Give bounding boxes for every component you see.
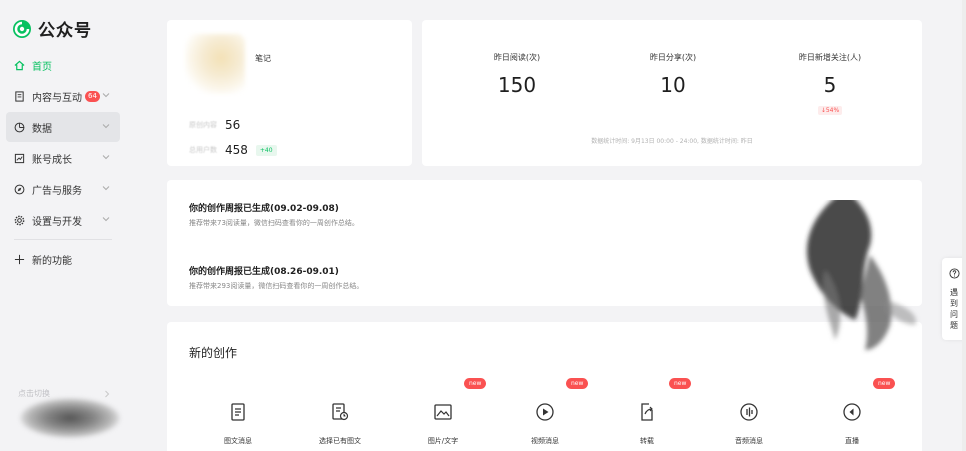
page-scrollbar[interactable]	[962, 0, 966, 451]
sidebar-item-label: 广告与服务	[32, 185, 82, 197]
home-icon	[14, 60, 25, 70]
stat-shares[interactable]: 昨日分享(次) 10	[613, 52, 733, 97]
profile-stat-label: 原创内容	[189, 121, 217, 129]
compass-icon	[14, 184, 25, 194]
chevron-down-icon	[102, 217, 110, 222]
chevron-down-icon	[102, 155, 110, 160]
stat-delta-badge: ↓54%	[817, 106, 843, 115]
stat-label: 昨日分享(次)	[649, 53, 697, 62]
chevron-down-icon	[102, 124, 110, 129]
sidebar-item-label: 设置与开发	[32, 216, 82, 228]
report-title: 你的创作周报已生成(08.26-09.01)	[189, 267, 339, 277]
account-avatar[interactable]	[20, 398, 120, 438]
profile-stat-row: 总用户数 458 +40	[189, 143, 277, 157]
chevron-right-icon[interactable]	[103, 390, 111, 398]
profile-stat-row: 原创内容 56	[189, 118, 240, 132]
create-repost-button[interactable]: 转载	[617, 402, 677, 446]
sidebar-item-ads[interactable]: 广告与服务	[6, 174, 120, 204]
sidebar-item-growth[interactable]: 账号成长	[6, 143, 120, 173]
account-avatar[interactable]	[185, 34, 245, 94]
profile-stat-value[interactable]: 458	[225, 143, 248, 157]
create-video-button[interactable]: 视频消息	[515, 402, 575, 446]
chevron-down-icon	[102, 186, 110, 191]
audio-icon	[740, 403, 758, 421]
create-tool-label: 直播	[845, 437, 859, 445]
create-tool-label: 图文消息	[224, 437, 252, 445]
stat-value: 5	[823, 73, 837, 97]
new-badge: new	[566, 378, 589, 389]
profile-stat-value[interactable]: 56	[225, 118, 240, 132]
yesterday-stats-card: 昨日阅读(次) 150 昨日分享(次) 10 昨日新增关注(人) 5 ↓54% …	[422, 20, 922, 166]
sidebar-item-label: 首页	[32, 61, 52, 73]
stat-label: 昨日阅读(次)	[493, 53, 541, 62]
account-name[interactable]: 笔记	[255, 53, 271, 64]
weekly-report-item[interactable]: 你的创作周报已生成(08.26-09.01) 推荐带来293阅读量，微信扫码查看…	[189, 264, 363, 291]
sidebar-item-data[interactable]: 数据	[6, 112, 120, 142]
report-subtitle: 推荐带来73阅读量，微信扫码查看你的一周创作总结。	[189, 219, 359, 227]
create-tool-label: 选择已有图文	[319, 437, 361, 445]
report-title: 你的创作周报已生成(09.02-09.08)	[189, 204, 339, 214]
app-logo[interactable]: 公众号	[12, 16, 92, 41]
sidebar-item-label: 数据	[32, 123, 52, 135]
stat-new-followers[interactable]: 昨日新增关注(人) 5 ↓54%	[770, 52, 890, 116]
new-badge: new	[873, 378, 896, 389]
live-icon	[843, 403, 861, 421]
create-tool-label: 图片/文字	[427, 437, 459, 445]
create-tool-label: 视频消息	[531, 437, 559, 445]
create-audio-button[interactable]: 音频消息	[719, 402, 779, 446]
stat-value: 150	[497, 73, 537, 97]
growth-icon	[14, 153, 25, 163]
document-icon	[15, 90, 24, 102]
stat-value: 10	[660, 73, 686, 97]
account-profile-card: 笔记 原创内容 56 总用户数 458 +40	[167, 20, 412, 166]
image-icon	[434, 404, 452, 420]
create-image-text-button[interactable]: 图片/文字	[413, 402, 473, 446]
weekly-report-item[interactable]: 你的创作周报已生成(09.02-09.08) 推荐带来73阅读量，微信扫码查看你…	[189, 201, 359, 228]
sidebar: 公众号 首页 内容与互动 64 数据 账号成长 广告与服务 设置与开发 新的功能…	[0, 0, 160, 451]
sidebar-item-settings[interactable]: 设置与开发	[6, 205, 120, 235]
question-icon	[948, 268, 960, 279]
sidebar-item-label: 内容与互动	[32, 92, 82, 104]
growth-tag: +40	[255, 144, 277, 156]
stat-reads[interactable]: 昨日阅读(次) 150	[457, 52, 577, 97]
new-badge: new	[669, 378, 692, 389]
sidebar-item-label: 新的功能	[32, 255, 72, 267]
wechat-official-logo-icon	[13, 19, 31, 38]
plus-icon	[14, 254, 25, 264]
sidebar-item-new-feature[interactable]: 新的功能	[6, 244, 120, 274]
unread-badge: 64	[85, 90, 100, 102]
sidebar-divider	[14, 239, 112, 240]
sidebar-item-content[interactable]: 内容与互动 64	[6, 81, 120, 111]
gear-icon	[14, 215, 25, 225]
sidebar-item-label: 账号成长	[32, 154, 72, 166]
report-subtitle: 推荐带来293阅读量，微信扫码查看你的一周创作总结。	[189, 282, 364, 290]
article-icon	[231, 403, 245, 421]
select-existing-article-button[interactable]: 选择已有图文	[310, 402, 370, 446]
ink-illustration	[806, 200, 916, 350]
play-icon	[536, 403, 554, 421]
create-tool-label: 音频消息	[735, 437, 763, 445]
create-article-button[interactable]: 图文消息	[208, 402, 268, 446]
sidebar-item-home[interactable]: 首页	[6, 50, 120, 80]
create-tool-label: 转载	[640, 437, 654, 445]
stats-footnote: 数据统计时间: 9月13日 00:00 - 24:00, 数据统计时间: 昨日	[591, 138, 753, 145]
sidebar-nav: 首页 内容与互动 64 数据 账号成长 广告与服务 设置与开发 新的功能	[6, 50, 120, 275]
section-title: 新的创作	[189, 346, 238, 360]
repost-icon	[641, 403, 653, 421]
help-label: 遇到问题	[950, 288, 958, 330]
create-live-button[interactable]: 直播	[822, 402, 882, 446]
chart-circle-icon	[14, 122, 25, 132]
new-badge: new	[464, 378, 487, 389]
app-title: 公众号	[38, 21, 92, 41]
stat-label: 昨日新增关注(人)	[798, 53, 862, 62]
article-history-icon	[332, 403, 349, 421]
profile-stat-label: 总用户数	[189, 146, 217, 154]
account-switch-label[interactable]: 点击切换	[18, 388, 50, 399]
chevron-down-icon	[102, 93, 110, 98]
